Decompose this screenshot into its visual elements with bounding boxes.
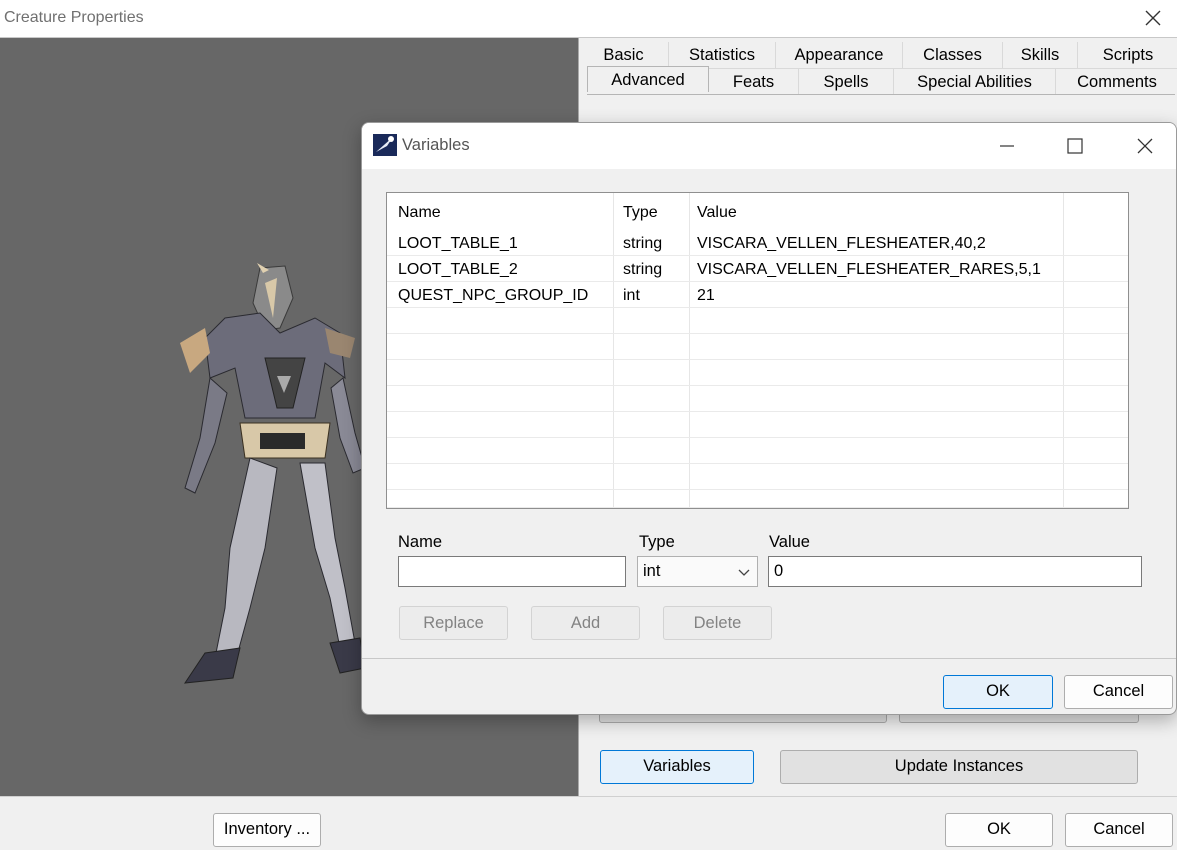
tab-scripts[interactable]: Scripts: [1078, 42, 1177, 68]
cell-value: VISCARA_VELLEN_FLESHEATER_RARES,5,1: [697, 261, 1041, 278]
cell-type: int: [623, 287, 640, 304]
value-field[interactable]: 0: [768, 556, 1142, 587]
empty-row[interactable]: [387, 308, 1128, 334]
tab-special-abilities[interactable]: Special Abilities: [894, 68, 1056, 94]
tab-divider: [587, 94, 1175, 95]
main-ok-button[interactable]: OK: [945, 813, 1053, 847]
type-select[interactable]: int: [637, 556, 758, 587]
name-field[interactable]: [398, 556, 626, 587]
creature-model-image: [180, 263, 366, 684]
type-label: Type: [639, 533, 675, 551]
update-instances-button[interactable]: Update Instances: [780, 750, 1138, 784]
empty-row[interactable]: [387, 412, 1128, 438]
table-row[interactable]: LOOT_TABLE_1 string VISCARA_VELLEN_FLESH…: [387, 230, 1128, 256]
value-label: Value: [769, 533, 810, 551]
main-cancel-button[interactable]: Cancel: [1065, 813, 1173, 847]
add-button[interactable]: Add: [531, 606, 640, 640]
empty-row[interactable]: [387, 360, 1128, 386]
delete-button[interactable]: Delete: [663, 606, 772, 640]
table-row[interactable]: LOOT_TABLE_2 string VISCARA_VELLEN_FLESH…: [387, 256, 1128, 282]
maximize-icon[interactable]: [1062, 133, 1088, 159]
close-icon[interactable]: [1132, 133, 1158, 159]
cell-name: LOOT_TABLE_1: [398, 235, 518, 252]
dialog-title: Variables: [402, 136, 470, 154]
empty-row[interactable]: [387, 438, 1128, 464]
window-title: Creature Properties: [4, 9, 144, 26]
dialog-cancel-button[interactable]: Cancel: [1064, 675, 1173, 709]
column-header-type[interactable]: Type: [623, 193, 658, 229]
replace-button[interactable]: Replace: [399, 606, 508, 640]
tab-appearance[interactable]: Appearance: [776, 42, 903, 68]
minimize-icon[interactable]: [994, 133, 1020, 159]
variables-table[interactable]: Name Type Value LOOT_TABLE_1 string VISC…: [386, 192, 1129, 509]
empty-row[interactable]: [387, 464, 1128, 490]
column-header-value[interactable]: Value: [697, 193, 737, 229]
inventory-button[interactable]: Inventory ...: [213, 813, 321, 847]
tab-advanced[interactable]: Advanced: [587, 66, 709, 92]
tab-classes[interactable]: Classes: [903, 42, 1003, 68]
close-icon[interactable]: [1141, 6, 1165, 30]
variables-dialog: Variables Name Type Value LOOT_TABLE_1 s…: [361, 122, 1177, 715]
tab-basic[interactable]: Basic: [579, 42, 669, 68]
table-row[interactable]: QUEST_NPC_GROUP_ID int 21: [387, 282, 1128, 308]
cell-name: LOOT_TABLE_2: [398, 261, 518, 278]
footer-divider: [362, 658, 1176, 659]
tab-feats[interactable]: Feats: [709, 68, 799, 94]
tab-comments[interactable]: Comments: [1056, 68, 1177, 94]
cell-name: QUEST_NPC_GROUP_ID: [398, 287, 589, 304]
name-label: Name: [398, 533, 443, 551]
empty-row[interactable]: [387, 386, 1128, 412]
empty-row[interactable]: [387, 490, 1128, 508]
variables-button[interactable]: Variables: [600, 750, 754, 784]
chevron-down-icon: [738, 569, 750, 576]
column-header-name[interactable]: Name: [398, 193, 441, 229]
tab-statistics[interactable]: Statistics: [669, 42, 776, 68]
cell-value: 21: [697, 287, 715, 304]
type-select-value: int: [643, 562, 661, 580]
cell-type: string: [623, 235, 663, 252]
bottom-bar: Inventory ... OK Cancel: [0, 796, 1177, 850]
cell-type: string: [623, 261, 663, 278]
main-titlebar: Creature Properties: [0, 0, 1177, 38]
tab-skills[interactable]: Skills: [1003, 42, 1078, 68]
dialog-titlebar: Variables: [362, 123, 1176, 169]
empty-row[interactable]: [387, 334, 1128, 360]
dialog-ok-button[interactable]: OK: [943, 675, 1053, 709]
app-icon: [373, 134, 397, 156]
cell-value: VISCARA_VELLEN_FLESHEATER,40,2: [697, 235, 986, 252]
tab-spells[interactable]: Spells: [799, 68, 894, 94]
